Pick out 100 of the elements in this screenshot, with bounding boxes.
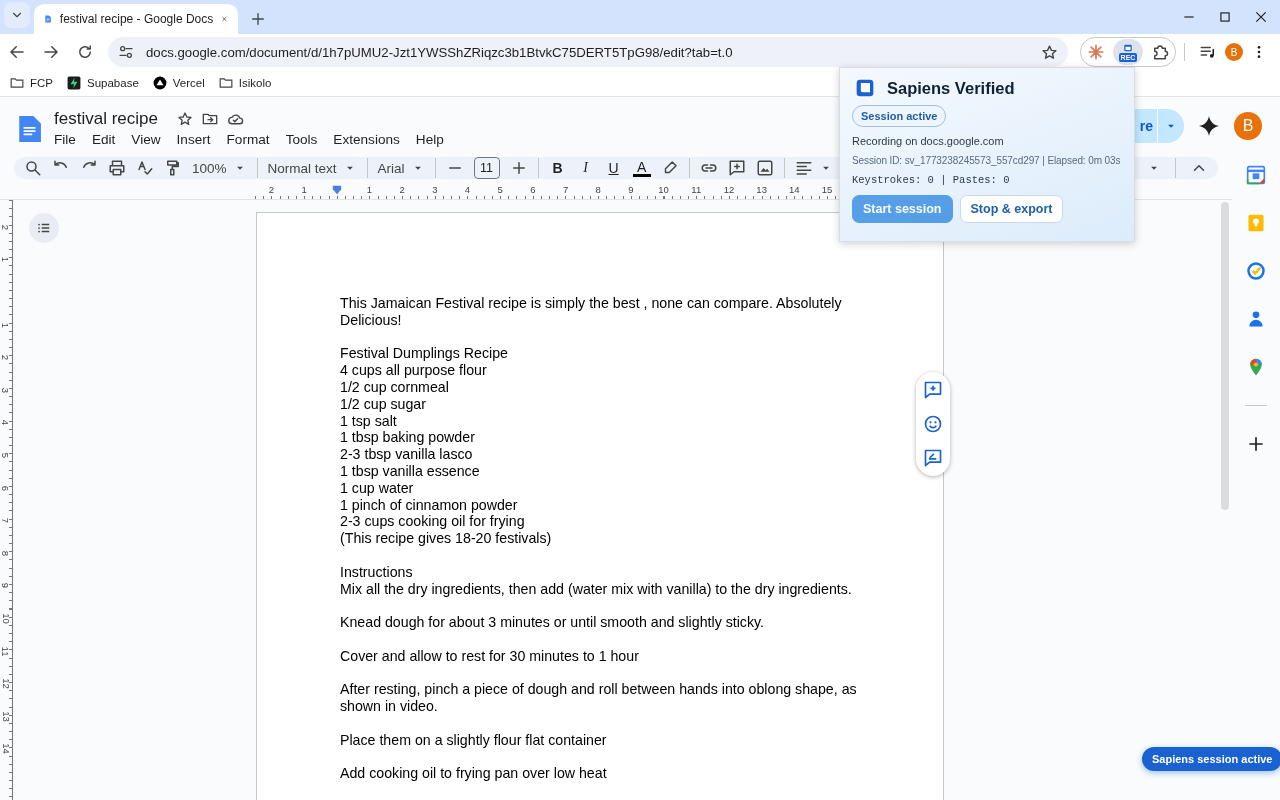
ruler-label: 3 bbox=[431, 185, 439, 195]
text-color-button[interactable]: A bbox=[632, 159, 651, 177]
document-text: 1 tsp salt bbox=[340, 412, 398, 430]
popup-title: Sapiens Verified bbox=[887, 78, 1015, 98]
emoji-icon[interactable] bbox=[923, 414, 943, 434]
ruler-label: 2 bbox=[0, 355, 12, 361]
bolt-icon bbox=[67, 76, 81, 90]
align-left-icon bbox=[794, 159, 813, 177]
bookmark[interactable]: FCP bbox=[10, 76, 53, 90]
bookmark[interactable]: Isikolo bbox=[218, 76, 272, 90]
sparkle-icon[interactable] bbox=[1198, 115, 1220, 137]
recording-text: Recording on docs.google.com bbox=[852, 135, 1005, 147]
menu-item[interactable]: Tools bbox=[277, 132, 326, 147]
menu-item[interactable]: File bbox=[46, 132, 84, 147]
puzzle-icon[interactable] bbox=[1151, 43, 1169, 61]
document-text: 1 pinch of cinnamon powder bbox=[340, 496, 519, 514]
bookmark[interactable]: Vercel bbox=[152, 76, 205, 90]
menu-item[interactable]: View bbox=[123, 132, 169, 147]
ruler-label: 7 bbox=[561, 185, 570, 195]
menu-item[interactable]: Help bbox=[407, 132, 452, 147]
underline-button[interactable]: U bbox=[604, 160, 623, 176]
ruler-label: 15 bbox=[820, 185, 834, 195]
status-badge: Session active bbox=[852, 105, 947, 127]
document-text: Knead dough for about 3 minutes or until smooth and slightly sticky. bbox=[340, 614, 766, 631]
menu-item[interactable]: Format bbox=[218, 132, 278, 147]
ruler-label: 10 bbox=[657, 185, 670, 195]
document-text: (This recipe gives 18-20 festivals) bbox=[340, 530, 553, 547]
ruler-label: 14 bbox=[0, 743, 12, 755]
image-icon[interactable] bbox=[755, 159, 774, 177]
ruler-label: 1 bbox=[365, 185, 374, 195]
menu-item[interactable]: Extensions bbox=[325, 132, 408, 147]
back-icon[interactable] bbox=[8, 43, 26, 61]
document-text: 2-3 tbsp vanilla lasco bbox=[340, 446, 474, 463]
menu-item[interactable]: Edit bbox=[83, 132, 124, 147]
close-icon[interactable] bbox=[1254, 10, 1268, 24]
document-text: 1/2 cup cornmeal bbox=[340, 379, 450, 396]
document-text: 1 tbsp baking powder bbox=[340, 429, 476, 447]
session-badge[interactable]: Sapiens session active bbox=[1142, 747, 1280, 771]
document-text: Place them on a slightly flour flat container bbox=[340, 731, 608, 749]
document-title[interactable]: festival recipe bbox=[54, 109, 158, 129]
document-text: Festival Dumplings Recipe bbox=[340, 345, 509, 363]
ruler-label: 6 bbox=[0, 485, 12, 491]
ruler-label: 4 bbox=[0, 420, 12, 426]
site-settings-icon[interactable] bbox=[118, 44, 134, 60]
style-dropdown[interactable]: Normal text bbox=[267, 160, 357, 176]
bookmark[interactable]: Supabase bbox=[67, 76, 139, 90]
document-text: Mix all the dry ingredients, then add (water mix with vanilla) to the dry ingredients. bbox=[340, 580, 853, 598]
session-info: Session ID: sv_1773238245573_557cd297 | Elapsed: 0m 03s bbox=[852, 155, 1122, 166]
suggest-edit-icon[interactable] bbox=[923, 448, 943, 468]
star-icon[interactable] bbox=[176, 111, 193, 127]
ruler-label: 5 bbox=[496, 185, 504, 195]
ruler-label: 7 bbox=[0, 518, 12, 524]
font-dropdown[interactable]: Arial bbox=[377, 160, 425, 176]
tasks-icon[interactable] bbox=[1246, 261, 1266, 281]
zoom-dropdown[interactable]: 100% bbox=[192, 160, 247, 176]
document-text: 1/2 cup sugar bbox=[340, 395, 427, 413]
search-icon[interactable] bbox=[24, 159, 42, 177]
address-bar[interactable]: docs.google.com/document/d/1h7pUMU2-Jzt1YWSShZRiqzc3b1BtvkC75DERT5TpG98/edit?tab=t.0 bbox=[108, 37, 1068, 67]
document-text: Add cooking oil to frying pan over low heat bbox=[340, 765, 608, 783]
add-comment-icon[interactable] bbox=[923, 380, 943, 400]
plus-icon[interactable] bbox=[250, 11, 266, 27]
italic-button[interactable]: I bbox=[576, 160, 595, 176]
document-text: 1 cup water bbox=[340, 479, 415, 497]
menu-item[interactable]: Insert bbox=[168, 132, 219, 147]
ruler-label: 9 bbox=[0, 583, 12, 589]
ruler-label: 3 bbox=[0, 387, 12, 393]
print-icon[interactable] bbox=[108, 159, 126, 177]
add-comment-icon[interactable] bbox=[727, 159, 746, 177]
outline-button[interactable] bbox=[29, 213, 59, 243]
calendar-icon[interactable] bbox=[1246, 165, 1266, 185]
spellcheck-icon[interactable] bbox=[136, 159, 154, 177]
scrollbar[interactable] bbox=[1221, 202, 1229, 510]
ruler-label: 13 bbox=[0, 710, 12, 722]
document-text: Cover and allow to rest for 30 minutes to 1 hour bbox=[340, 647, 640, 665]
reload-icon[interactable] bbox=[76, 43, 94, 61]
document-text: 2-3 cups cooking oil for frying bbox=[340, 513, 526, 531]
bold-button[interactable]: B bbox=[548, 160, 567, 176]
person-icon[interactable] bbox=[1246, 309, 1266, 329]
ruler-label: 12 bbox=[722, 185, 736, 195]
stop-button[interactable]: Stop & export bbox=[959, 195, 1064, 223]
ruler-label: 4 bbox=[463, 185, 472, 195]
ruler-label: 14 bbox=[788, 185, 801, 195]
sunburst-icon[interactable] bbox=[1087, 43, 1105, 61]
ruler-label: 2 bbox=[398, 185, 406, 195]
paint-format-icon[interactable] bbox=[164, 159, 182, 177]
font-size-field[interactable]: 11 bbox=[473, 157, 500, 179]
ruler-label: 8 bbox=[0, 550, 12, 556]
ruler-label: 11 bbox=[690, 185, 703, 195]
folder-icon bbox=[10, 76, 24, 90]
ruler-label: 1 bbox=[0, 322, 12, 328]
forward-icon[interactable] bbox=[42, 43, 60, 61]
move-folder-icon[interactable] bbox=[201, 111, 218, 127]
maximize-icon[interactable] bbox=[1218, 10, 1232, 24]
browser-tab[interactable]: festival recipe - Google Docs bbox=[34, 4, 238, 34]
list-icon bbox=[37, 221, 51, 235]
ruler-label: 5 bbox=[0, 452, 12, 459]
ruler-label: 12 bbox=[0, 678, 12, 689]
plus-icon[interactable] bbox=[1246, 434, 1266, 454]
star-icon[interactable] bbox=[1041, 43, 1058, 61]
indent-marker-icon[interactable] bbox=[330, 185, 343, 195]
